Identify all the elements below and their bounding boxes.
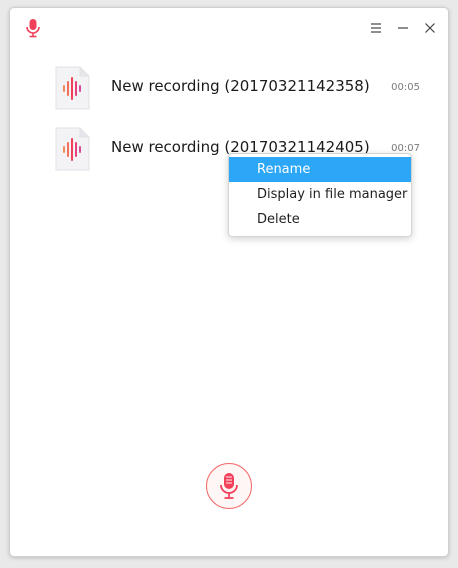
- recorder-window: New recording (20170321142358) 00:05 New…: [9, 7, 449, 557]
- menu-item-rename[interactable]: Rename: [229, 157, 411, 182]
- recording-name: New recording (20170321142358): [111, 77, 370, 95]
- audio-file-icon: [54, 66, 90, 110]
- audio-file-icon: [54, 127, 90, 171]
- app-microphone-icon: [24, 18, 42, 38]
- menu-item-delete[interactable]: Delete: [229, 207, 411, 232]
- context-menu: Rename Display in file manager Delete: [228, 153, 412, 237]
- menu-icon[interactable]: [364, 17, 388, 39]
- record-button[interactable]: [206, 463, 252, 509]
- minimize-icon[interactable]: [391, 17, 415, 39]
- close-icon[interactable]: [418, 17, 442, 39]
- microphone-icon: [220, 473, 238, 499]
- menu-item-display-in-file-manager[interactable]: Display in file manager: [229, 182, 411, 207]
- recording-item[interactable]: New recording (20170321142358) 00:05: [10, 60, 448, 116]
- recording-duration: 00:05: [391, 82, 420, 93]
